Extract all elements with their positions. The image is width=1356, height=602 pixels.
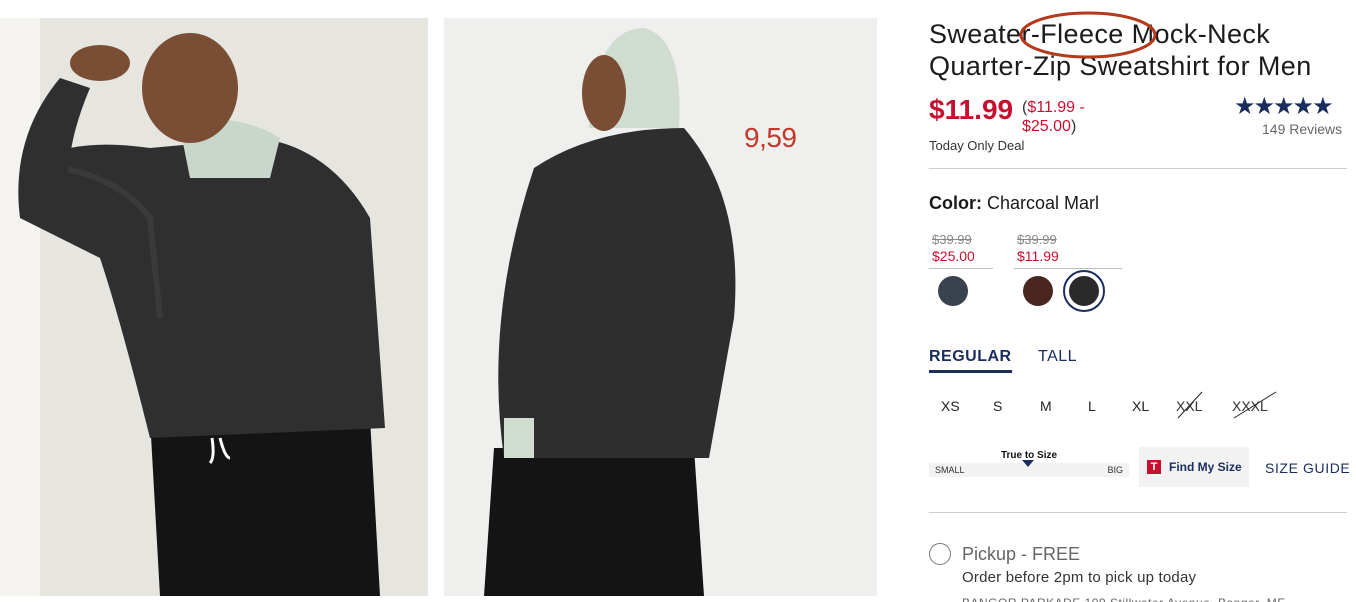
fit-pointer-icon xyxy=(1022,460,1034,467)
product-title: Sweater-Fleece Mock-Neck Quarter-Zip Swe… xyxy=(929,19,1312,81)
pickup-radio[interactable] xyxy=(929,543,951,565)
size-option-xl[interactable]: XL xyxy=(1132,398,1149,414)
size-guide-link[interactable]: SIZE GUIDE xyxy=(1265,460,1350,476)
sale-price: $11.99 xyxy=(929,94,1014,125)
tab-regular[interactable]: REGULAR xyxy=(929,348,1012,373)
price-group: $39.99 $25.00 xyxy=(929,232,993,269)
fit-big-label: BIG xyxy=(1107,465,1123,475)
color-swatch-navy[interactable] xyxy=(938,276,968,306)
rating-stars-icon[interactable]: ★★★★★ xyxy=(1234,92,1334,121)
model-photo-back xyxy=(444,18,877,596)
price-range: ($11.99 - $25.00) xyxy=(1022,98,1102,136)
group-price: $25.00 xyxy=(932,248,975,264)
size-option-s[interactable]: S xyxy=(993,398,1002,414)
divider xyxy=(929,512,1347,513)
size-option-xxl-unavailable[interactable]: XXL xyxy=(1176,391,1202,419)
color-value: Charcoal Marl xyxy=(987,193,1100,213)
color-label: Color: xyxy=(929,193,982,213)
color-swatch-charcoal-selected[interactable] xyxy=(1063,270,1105,312)
fit-small-label: SMALL xyxy=(935,465,965,475)
deal-label: Today Only Deal xyxy=(929,138,1025,153)
size-option-xs[interactable]: XS xyxy=(941,398,960,414)
tab-tall[interactable]: TALL xyxy=(1038,348,1077,366)
original-price: $39.99 xyxy=(1017,232,1057,247)
true-fit-logo-icon: T xyxy=(1147,460,1161,474)
size-option-xxxl-unavailable[interactable]: XXXL xyxy=(1232,391,1277,419)
strikethrough-icon xyxy=(1177,391,1203,419)
color-selection: Color: Charcoal Marl xyxy=(929,193,1099,214)
pickup-title: Pickup - FREE xyxy=(962,544,1081,564)
original-price: $39.99 xyxy=(932,232,972,247)
divider xyxy=(929,168,1347,169)
fit-meter-bar: SMALL BIG xyxy=(929,460,1129,477)
pickup-address: BANGOR PARKADE 109 Stillwater Avenue, Ba… xyxy=(962,593,1342,602)
size-option-m[interactable]: M xyxy=(1040,398,1052,414)
product-image-front[interactable] xyxy=(0,18,428,596)
price-group: $39.99 $11.99 xyxy=(1014,232,1122,269)
strikethrough-icon xyxy=(1233,391,1277,419)
fit-meter: True to Size SMALL BIG xyxy=(929,450,1129,477)
model-photo-front xyxy=(0,18,428,596)
annotation-price-note: 9,59 xyxy=(744,122,797,153)
pickup-subtitle: Order before 2pm to pick up today xyxy=(962,569,1197,586)
size-option-l[interactable]: L xyxy=(1088,398,1096,414)
color-swatch-brown[interactable] xyxy=(1023,276,1053,306)
reviews-link[interactable]: 149 Reviews xyxy=(1262,121,1342,137)
find-my-size-label: Find My Size xyxy=(1169,460,1242,474)
product-image-back[interactable] xyxy=(444,18,877,596)
price-range-close: ) xyxy=(1070,118,1077,135)
swatch-fill xyxy=(1069,276,1099,306)
find-my-size-button[interactable]: T Find My Size xyxy=(1139,447,1249,487)
group-price: $11.99 xyxy=(1017,248,1059,264)
